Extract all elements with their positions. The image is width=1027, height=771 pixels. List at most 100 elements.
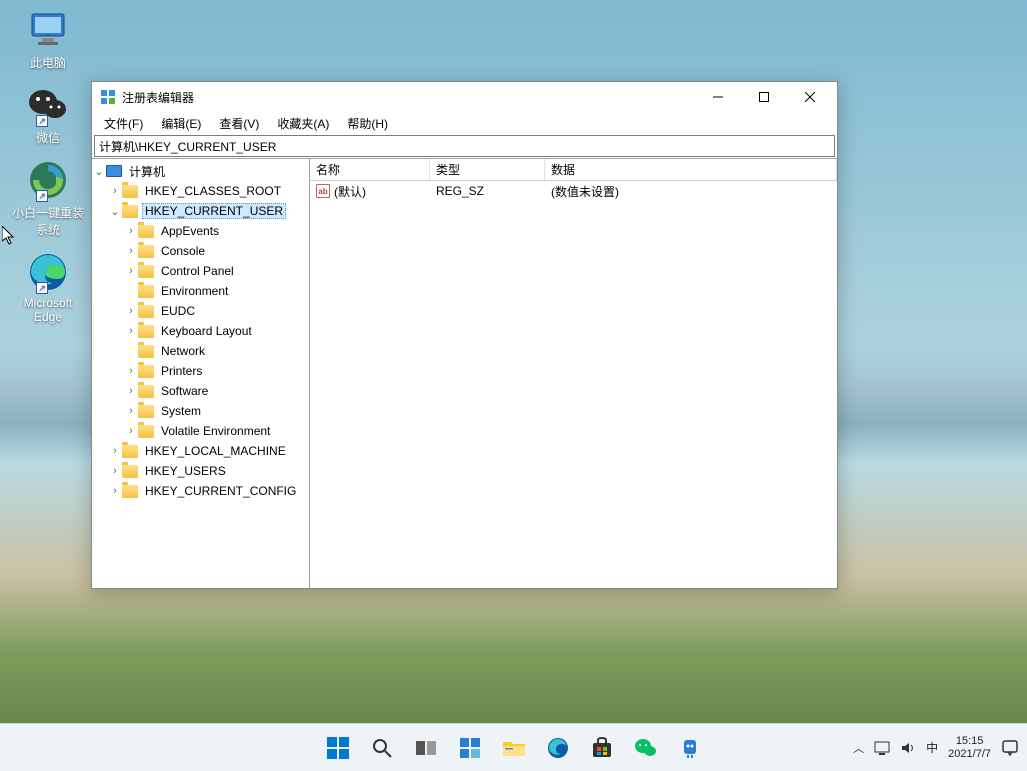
desktop-icon-xiaobai[interactable]: ↗ 小白一键重装系统 [8, 158, 88, 238]
tray-chevron-icon[interactable]: ︿ [853, 740, 864, 756]
value-name: (默认) [334, 183, 366, 200]
tree-label: HKEY_LOCAL_MACHINE [142, 443, 289, 459]
network-icon[interactable] [874, 740, 890, 756]
tree-node[interactable]: › Software [92, 381, 309, 401]
tree-node[interactable]: › Keyboard Layout [92, 321, 309, 341]
search-button[interactable] [361, 728, 403, 768]
tree-node[interactable]: ⌄HKEY_CURRENT_USER [92, 201, 309, 221]
expand-icon[interactable]: › [124, 405, 138, 417]
column-data[interactable]: 数据 [545, 159, 837, 180]
expand-icon[interactable]: › [124, 245, 138, 257]
folder-icon [138, 385, 154, 398]
tree-label: Volatile Environment [158, 423, 273, 439]
desktop-icon-wechat[interactable]: ↗ 微信 [8, 83, 88, 146]
desktop-icon-label: 此电脑 [8, 54, 88, 71]
expand-icon[interactable]: › [108, 185, 122, 197]
tree-node[interactable]: Environment [92, 281, 309, 301]
tree-node[interactable]: ›Printers [92, 361, 309, 381]
tree-node[interactable]: ›HKEY_CURRENT_CONFIG [92, 481, 309, 501]
column-name[interactable]: 名称 [310, 159, 430, 180]
tree-node[interactable]: ›System [92, 401, 309, 421]
menu-edit[interactable]: 编辑(E) [153, 113, 209, 134]
expand-icon[interactable]: › [124, 385, 138, 397]
window-body: ⌄ 计算机 › HKEY_CLASSES_ROOT ⌄HKEY_CURRENT_USER… [92, 158, 837, 588]
tree-node[interactable]: › HKEY_USERS [92, 461, 309, 481]
list-row[interactable]: ab(默认)REG_SZ(数值未设置) [310, 181, 837, 201]
folder-icon [122, 465, 138, 478]
expand-icon[interactable]: › [124, 305, 138, 317]
registry-editor-window: 注册表编辑器 文件(F) 编辑(E) 查看(V) 收藏夹(A) 帮助(H) 计算… [91, 81, 838, 589]
explorer-button[interactable] [493, 728, 535, 768]
window-controls [695, 82, 833, 112]
tree-node[interactable]: › HKEY_LOCAL_MACHINE [92, 441, 309, 461]
clock-time: 15:15 [948, 735, 991, 748]
shortcut-arrow-icon: ↗ [36, 115, 48, 127]
folder-icon [138, 405, 154, 418]
widgets-icon [459, 737, 481, 759]
wechat-taskbar-button[interactable] [625, 728, 667, 768]
maximize-button[interactable] [741, 82, 787, 112]
xiaobai-icon [679, 737, 701, 759]
start-button[interactable] [317, 728, 359, 768]
pc-icon [106, 165, 122, 177]
expand-icon[interactable]: › [124, 365, 138, 377]
minimize-button[interactable] [695, 82, 741, 112]
search-icon [371, 737, 393, 759]
tree-label: Keyboard Layout [158, 323, 255, 339]
menu-file[interactable]: 文件(F) [96, 113, 151, 134]
clock[interactable]: 15:15 2021/7/7 [948, 735, 991, 761]
expand-icon[interactable]: › [124, 325, 138, 337]
tree-node[interactable]: › HKEY_CLASSES_ROOT [92, 181, 309, 201]
tree-label: Environment [158, 283, 231, 299]
tree-node[interactable]: ›EUDC [92, 301, 309, 321]
tree-node[interactable]: › Console [92, 241, 309, 261]
desktop-icon-edge[interactable]: ↗ Microsoft Edge [8, 250, 88, 324]
xiaobai-taskbar-button[interactable] [669, 728, 711, 768]
collapse-icon[interactable]: ⌄ [92, 165, 106, 178]
close-button[interactable] [787, 82, 833, 112]
tree-label: Control Panel [158, 263, 237, 279]
expand-icon[interactable]: › [108, 485, 122, 497]
minimize-icon [713, 92, 723, 102]
edge-button[interactable] [537, 728, 579, 768]
tree-panel[interactable]: ⌄ 计算机 › HKEY_CLASSES_ROOT ⌄HKEY_CURRENT_USER… [92, 159, 310, 588]
ime-indicator[interactable]: 中 [926, 739, 938, 756]
tree-node[interactable]: Network [92, 341, 309, 361]
tree-node[interactable]: › Volatile Environment [92, 421, 309, 441]
maximize-icon [759, 92, 769, 102]
desktop-icon-this-pc[interactable]: 此电脑 [8, 8, 88, 71]
expand-icon[interactable]: › [124, 425, 138, 437]
expand-icon[interactable]: › [124, 265, 138, 277]
tree-label: Software [158, 383, 211, 399]
volume-icon[interactable] [900, 740, 916, 756]
desktop-icons: 此电脑 ↗ 微信 ↗ 小白一键重装系统 ↗ Microsoft Edge [8, 8, 88, 336]
titlebar[interactable]: 注册表编辑器 [92, 82, 837, 112]
column-type[interactable]: 类型 [430, 159, 545, 180]
menu-favorites[interactable]: 收藏夹(A) [269, 113, 337, 134]
expand-icon[interactable]: › [108, 465, 122, 477]
folder-icon [138, 365, 154, 378]
notifications-icon[interactable] [1001, 739, 1019, 757]
tree-label: Console [158, 243, 208, 259]
folder-icon [122, 445, 138, 458]
task-view-button[interactable] [405, 728, 447, 768]
tree-label: HKEY_CLASSES_ROOT [142, 183, 284, 199]
desktop-icon-label: 微信 [8, 129, 88, 146]
taskbar-center [317, 724, 711, 771]
expand-icon[interactable]: › [108, 445, 122, 457]
pc-icon [28, 12, 68, 48]
widgets-button[interactable] [449, 728, 491, 768]
taskbar[interactable]: ︿ 中 15:15 2021/7/7 [0, 723, 1027, 771]
tree-label: HKEY_USERS [142, 463, 229, 479]
list-panel[interactable]: 名称 类型 数据 ab(默认)REG_SZ(数值未设置) [310, 159, 837, 588]
tree-node[interactable]: › Control Panel [92, 261, 309, 281]
tree-label: 计算机 [126, 162, 168, 181]
menu-view[interactable]: 查看(V) [211, 113, 267, 134]
menu-help[interactable]: 帮助(H) [339, 113, 396, 134]
tree-node[interactable]: ⌄ 计算机 [92, 161, 309, 181]
address-bar[interactable]: 计算机\HKEY_CURRENT_USER [94, 135, 835, 157]
store-button[interactable] [581, 728, 623, 768]
collapse-icon[interactable]: ⌄ [108, 205, 122, 218]
tree-node[interactable]: ›AppEvents [92, 221, 309, 241]
expand-icon[interactable]: › [124, 225, 138, 237]
